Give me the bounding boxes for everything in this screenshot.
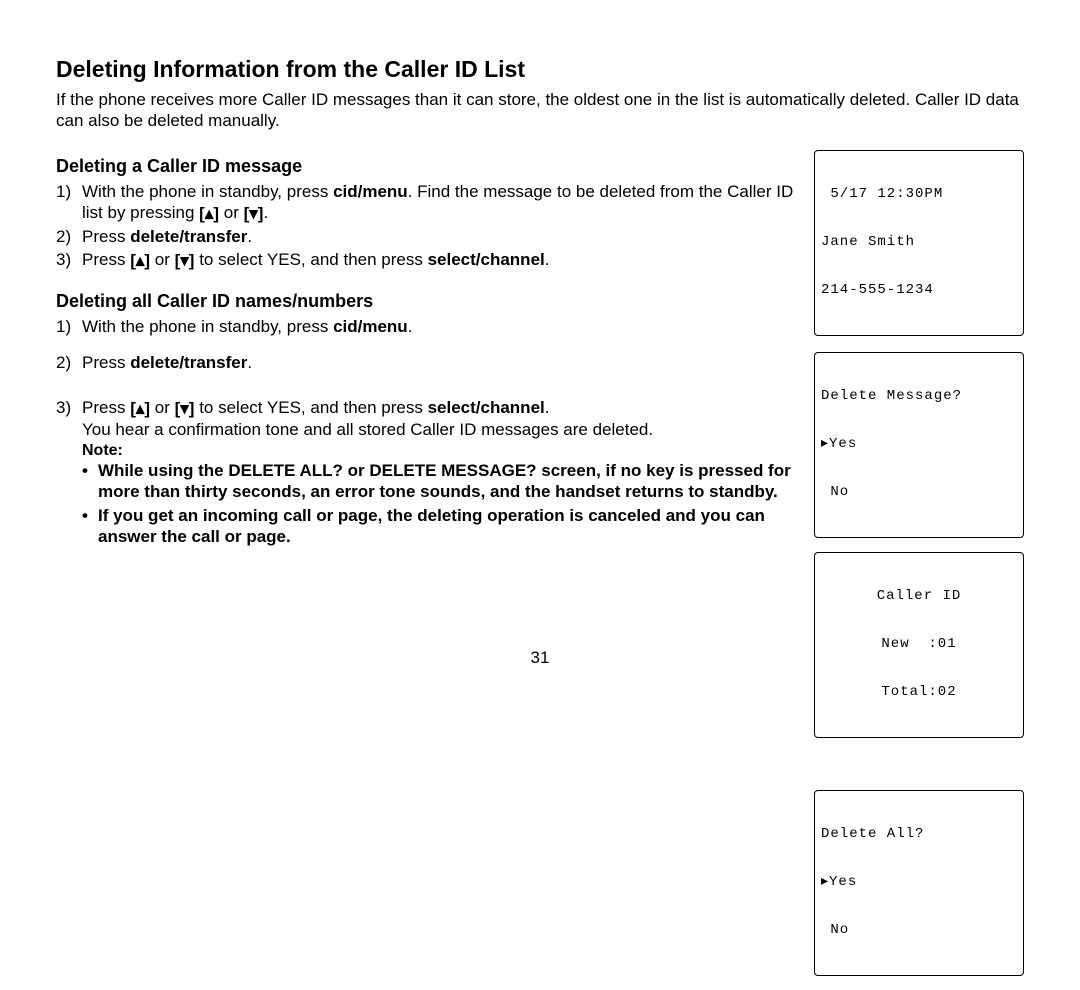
key-label: delete/transfer [130, 227, 247, 246]
down-arrow-icon: [▾] [175, 250, 195, 271]
lcd-screen-delete-all: Delete All? ▸Yes No [814, 790, 1024, 976]
two-column-layout: Deleting a Caller ID message 1) With the… [56, 150, 1024, 990]
up-arrow-icon: [▴] [199, 203, 219, 224]
section-1-steps: 1) With the phone in standby, press cid/… [56, 181, 796, 272]
page-title: Deleting Information from the Caller ID … [56, 56, 1024, 83]
bullet-icon: • [82, 460, 98, 503]
list-item: • If you get an incoming call or page, t… [82, 505, 796, 548]
list-item: 2) Press delete/transfer. [56, 352, 796, 373]
note-bullets: • While using the DELETE ALL? or DELETE … [82, 460, 796, 547]
intro-paragraph: If the phone receives more Caller ID mes… [56, 89, 1024, 132]
list-item: 1) With the phone in standby, press cid/… [56, 181, 796, 224]
step-number: 2) [56, 352, 82, 373]
key-label: cid/menu [333, 317, 408, 336]
section-2-steps-cont: 2) Press delete/transfer. [56, 352, 796, 373]
lcd-screen-caller-entry: 5/17 12:30PM Jane Smith 214-555-1234 [814, 150, 1024, 336]
step-number: 3) [56, 249, 82, 271]
list-item: 3) Press [▴] or [▾] to select YES, and t… [56, 397, 796, 440]
step-body: Press delete/transfer. [82, 352, 796, 373]
lcd-line: No [821, 922, 1017, 938]
lcd-line: Jane Smith [821, 234, 1017, 250]
list-item: 3) Press [▴] or [▾] to select YES, and t… [56, 249, 796, 271]
lcd-column: 5/17 12:30PM Jane Smith 214-555-1234 Del… [814, 150, 1024, 990]
key-label: select/channel [428, 398, 545, 417]
step-body: Press [▴] or [▾] to select YES, and then… [82, 249, 796, 271]
key-label: select/channel [428, 250, 545, 269]
lcd-line: 214-555-1234 [821, 282, 1017, 298]
section-2-heading: Deleting all Caller ID names/numbers [56, 291, 796, 312]
lcd-line: Delete Message? [821, 388, 1017, 404]
step-body: Press delete/transfer. [82, 226, 796, 247]
lcd-line: ▸Yes [821, 874, 1017, 890]
step-body: Press [▴] or [▾] to select YES, and then… [82, 397, 796, 440]
lcd-screen-caller-id-summary: Caller ID New :01 Total:02 [814, 552, 1024, 738]
lcd-line: 5/17 12:30PM [821, 186, 1017, 202]
step-number: 3) [56, 397, 82, 440]
list-item: 2) Press delete/transfer. [56, 226, 796, 247]
lcd-line: No [821, 484, 1017, 500]
list-item: 1) With the phone in standby, press cid/… [56, 316, 796, 337]
down-arrow-icon: [▾] [175, 398, 195, 419]
bullet-icon: • [82, 505, 98, 548]
note-label: Note: [82, 442, 796, 460]
manual-page: Deleting Information from the Caller ID … [0, 0, 1080, 688]
step-body: With the phone in standby, press cid/men… [82, 316, 796, 337]
section-1-heading: Deleting a Caller ID message [56, 156, 796, 177]
lcd-line: Delete All? [821, 826, 1017, 842]
lcd-line: Caller ID [821, 588, 1017, 604]
key-label: cid/menu [333, 182, 408, 201]
up-arrow-icon: [▴] [130, 398, 150, 419]
note-text: If you get an incoming call or page, the… [98, 505, 796, 548]
section-2-steps: 1) With the phone in standby, press cid/… [56, 316, 796, 337]
key-label: delete/transfer [130, 353, 247, 372]
down-arrow-icon: [▾] [244, 203, 264, 224]
section-2-steps-cont2: 3) Press [▴] or [▾] to select YES, and t… [56, 397, 796, 440]
note-text: While using the DELETE ALL? or DELETE ME… [98, 460, 796, 503]
list-item: • While using the DELETE ALL? or DELETE … [82, 460, 796, 503]
text-column: Deleting a Caller ID message 1) With the… [56, 150, 796, 990]
lcd-line: Total:02 [821, 684, 1017, 700]
step-number: 2) [56, 226, 82, 247]
step-body: With the phone in standby, press cid/men… [82, 181, 796, 224]
lcd-line: ▸Yes [821, 436, 1017, 452]
page-number: 31 [0, 648, 1080, 668]
step-number: 1) [56, 181, 82, 224]
up-arrow-icon: [▴] [130, 250, 150, 271]
lcd-screen-delete-message: Delete Message? ▸Yes No [814, 352, 1024, 538]
step-number: 1) [56, 316, 82, 337]
